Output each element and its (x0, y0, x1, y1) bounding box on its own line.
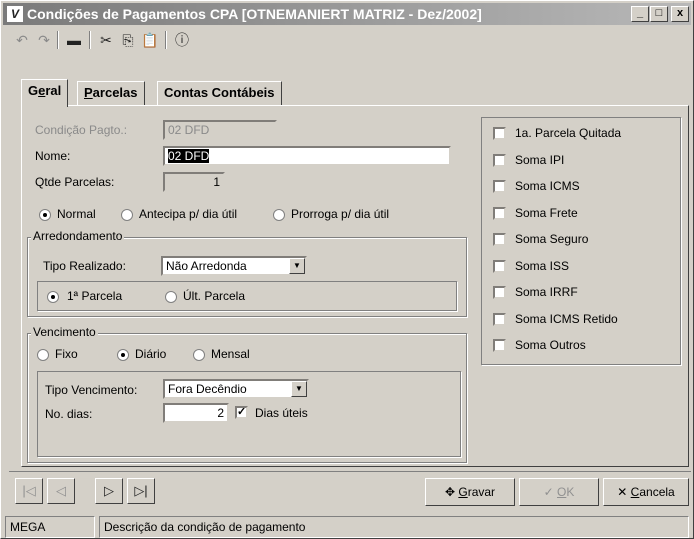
minimize-button[interactable]: _ (631, 6, 649, 22)
soma-checkbox[interactable] (493, 259, 506, 273)
nome-label: Nome: (35, 149, 71, 163)
info-icon[interactable]: ⓘ (171, 29, 193, 51)
radio-antecipa[interactable] (121, 209, 133, 221)
soma-checkbox-label: 1a. Parcela Quitada (515, 126, 622, 140)
navigation-bar: |◁ ◁ ▷ ▷| ✥ Gravar ✓ OK ✕ Cancela (9, 471, 691, 507)
tipo-vencimento-label: Tipo Vencimento: (45, 383, 138, 397)
condicao-label: Condição Pagto.: (35, 123, 128, 137)
vencimento-title: Vencimento (31, 325, 98, 339)
title-bar[interactable]: V Condições de Pagamentos CPA [OTNEMANIE… (3, 3, 691, 25)
gravar-button[interactable]: ✥ Gravar (425, 478, 515, 506)
app-logo-icon: V (7, 6, 23, 22)
dias-uteis-label: Dias úteis (255, 406, 308, 420)
last-record-button[interactable]: ▷| (127, 478, 155, 504)
soma-checkbox-label: Soma Seguro (515, 232, 589, 246)
condicao-field: 02 DFD (163, 120, 277, 140)
qtde-parcelas-field: 1 (163, 172, 225, 192)
delete-icon[interactable]: ▬ (63, 29, 85, 51)
save-icon: ✥ (444, 485, 456, 499)
next-record-button[interactable]: ▷ (95, 478, 123, 504)
radio-normal[interactable] (39, 209, 51, 221)
qtde-parcelas-label: Qtde Parcelas: (35, 175, 115, 189)
status-bar: MEGA Descrição da condição de pagamento (3, 516, 693, 538)
dias-uteis-checkbox[interactable]: ✓ (235, 406, 248, 419)
soma-checkbox[interactable] (493, 180, 506, 193)
soma-checkbox[interactable] (493, 206, 506, 220)
soma-checkbox[interactable] (493, 127, 506, 140)
cut-icon[interactable]: ✂ (95, 29, 117, 51)
cancela-button[interactable]: ✕ Cancela (603, 478, 689, 506)
tipo-realizado-select[interactable]: Não Arredonda ▼ (161, 256, 307, 276)
soma-checkbox-label: Soma Outros (515, 338, 586, 352)
soma-checkbox-label: Soma ICMS (515, 179, 580, 193)
check-icon: ✓ (543, 485, 554, 499)
main-window: V Condições de Pagamentos CPA [OTNEMANIE… (0, 0, 694, 539)
tab-parcelas[interactable]: Parcelas (77, 81, 145, 105)
window-title: Condições de Pagamentos CPA [OTNEMANIERT… (27, 6, 482, 22)
radio-diario-label: Diário (135, 347, 167, 361)
soma-checkbox[interactable] (493, 339, 506, 352)
toolbar-separator (165, 31, 167, 49)
tab-contas-contabeis[interactable]: Contas Contábeis (157, 81, 282, 105)
soma-checkbox[interactable] (493, 312, 506, 326)
radio-normal-label: Normal (57, 207, 96, 221)
prev-record-button[interactable]: ◁ (47, 478, 75, 504)
radio-prorroga-label: Prorroga p/ dia útil (291, 207, 390, 221)
radio-fixo[interactable] (37, 349, 49, 361)
chevron-down-icon[interactable]: ▼ (291, 381, 307, 397)
radio-antecipa-label: Antecipa p/ dia útil (139, 207, 238, 221)
soma-checkbox[interactable] (493, 233, 506, 246)
undo-icon[interactable]: ↶ (11, 29, 33, 51)
tab-geral[interactable]: Geral (21, 79, 69, 107)
soma-checkbox-label: Soma ICMS Retido (515, 311, 618, 326)
first-record-button[interactable]: |◁ (15, 478, 43, 504)
chevron-down-icon[interactable]: ▼ (289, 258, 305, 274)
radio-ultima-parcela[interactable] (165, 291, 177, 303)
copy-icon[interactable]: ⎘ (117, 29, 139, 51)
status-message: Descrição da condição de pagamento (99, 516, 689, 538)
soma-checkbox-label: Soma IPI (515, 152, 565, 167)
nome-field[interactable]: 02 DFD (163, 146, 451, 166)
soma-checkbox-label: Soma Frete (515, 205, 578, 220)
no-dias-label: No. dias: (45, 407, 93, 421)
soma-checkbox[interactable] (493, 153, 506, 167)
toolbar-separator (57, 31, 59, 49)
radio-primeira-parcela-label: 1ª Parcela (67, 289, 123, 303)
paste-icon[interactable]: 📋 (139, 29, 161, 51)
tipo-vencimento-select[interactable]: Fora Decêndio ▼ (163, 379, 309, 399)
radio-ultima-parcela-label: Últ. Parcela (183, 289, 246, 303)
maximize-button[interactable]: □ (650, 6, 668, 22)
radio-prorroga[interactable] (273, 209, 285, 221)
radio-mensal[interactable] (193, 349, 205, 361)
tipo-realizado-label: Tipo Realizado: (43, 259, 126, 273)
status-app: MEGA (5, 516, 95, 538)
soma-checkbox[interactable] (493, 286, 506, 299)
redo-icon[interactable]: ↷ (33, 29, 55, 51)
toolbar-separator (89, 31, 91, 49)
ok-button[interactable]: ✓ OK (519, 478, 599, 506)
soma-checkbox-label: Soma IRRF (515, 285, 578, 299)
soma-checkbox-label: Soma ISS (515, 258, 570, 273)
arredondamento-title: Arredondamento (31, 229, 125, 243)
radio-mensal-label: Mensal (211, 347, 250, 361)
no-dias-field[interactable]: 2 (163, 403, 229, 423)
radio-fixo-label: Fixo (55, 347, 78, 361)
radio-primeira-parcela[interactable] (47, 291, 59, 303)
radio-diario[interactable] (117, 349, 129, 361)
close-button[interactable]: x (671, 6, 689, 22)
close-icon: ✕ (617, 485, 628, 499)
